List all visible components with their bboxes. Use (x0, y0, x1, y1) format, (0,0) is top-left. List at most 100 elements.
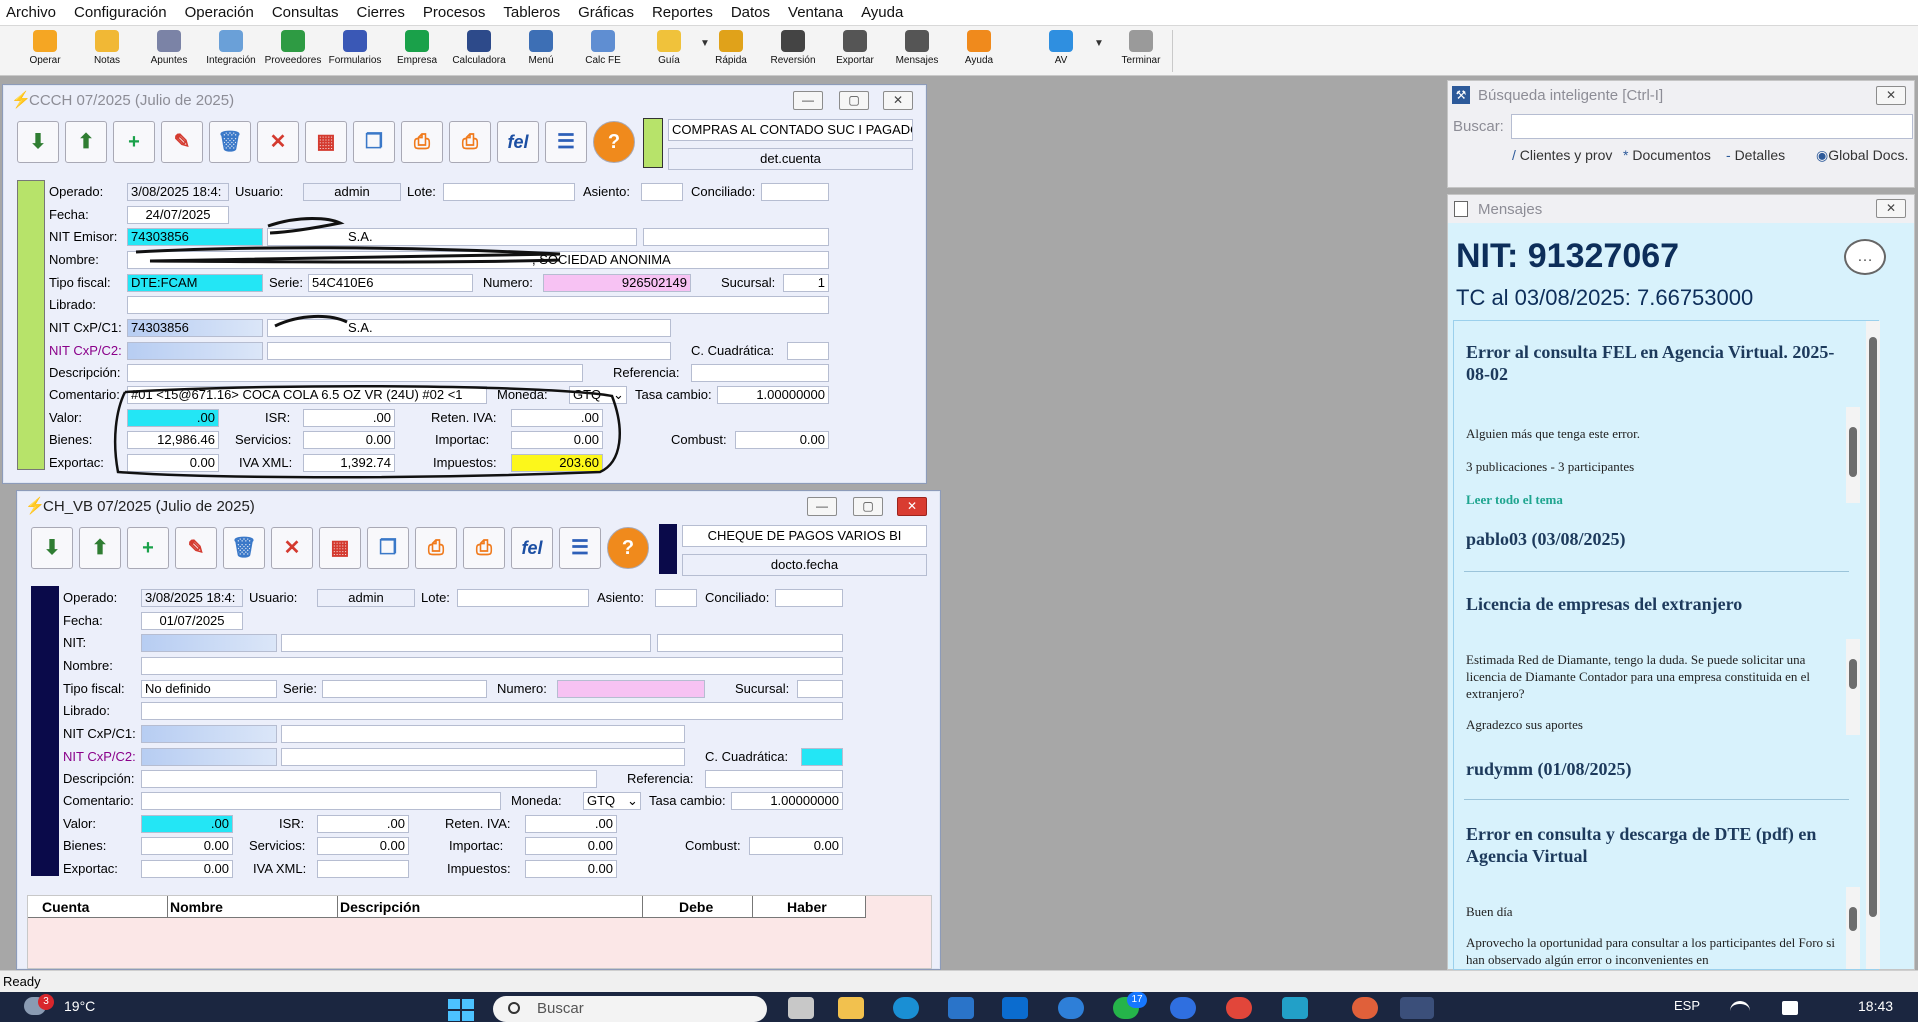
nit-c2-name-field[interactable] (281, 748, 685, 766)
list-button[interactable]: ☰ (559, 527, 601, 569)
sucursal-field[interactable] (797, 680, 843, 698)
task-view-icon[interactable] (788, 997, 814, 1019)
chrome-icon[interactable] (1226, 997, 1252, 1019)
lote-field[interactable] (457, 589, 589, 607)
post-2-scrollbar[interactable] (1846, 639, 1860, 735)
search-option-clientes[interactable]: / Clientes y prov (1512, 147, 1612, 163)
app-icon[interactable] (1002, 997, 1028, 1019)
delete-bin-button[interactable]: 🗑 (223, 527, 265, 569)
fecha-field[interactable]: 01/07/2025 (141, 612, 243, 630)
grid-header-debe[interactable]: Debe (643, 896, 753, 918)
file-explorer-icon[interactable] (838, 997, 864, 1019)
post-3-scrollbar[interactable] (1846, 887, 1860, 969)
serie-field[interactable] (322, 680, 487, 698)
chat-app-icon[interactable] (1058, 997, 1084, 1019)
nit-field[interactable] (141, 634, 277, 652)
asiento-field[interactable] (655, 589, 697, 607)
print-preview-button[interactable]: ⎙ (463, 527, 505, 569)
nit-c1-name-field[interactable] (281, 725, 685, 743)
read-topic-link[interactable]: Leer todo el tema (1466, 491, 1846, 508)
toolbar-button-av[interactable]: AV (1030, 28, 1092, 74)
bienes-field[interactable]: 0.00 (141, 837, 233, 855)
librado-field[interactable] (141, 702, 843, 720)
numero-field[interactable] (557, 680, 705, 698)
volume-icon[interactable] (1782, 1001, 1798, 1015)
referencia-field[interactable] (705, 770, 843, 788)
close-button[interactable]: ✕ (1876, 199, 1906, 218)
grid-header-descripcion[interactable]: Descripción (338, 896, 643, 918)
clock[interactable]: 18:43 (1858, 998, 1893, 1014)
cancel-document-button[interactable]: ✕ (271, 527, 313, 569)
nit-name-field[interactable] (281, 634, 651, 652)
nit-c2-field[interactable] (141, 748, 277, 766)
descripcion-field[interactable] (141, 770, 597, 788)
reten-iva-field[interactable]: .00 (525, 815, 617, 833)
print-button[interactable]: ⎙ (415, 527, 457, 569)
wifi-icon[interactable] (1730, 1001, 1750, 1015)
c-cuadratica-field[interactable] (801, 748, 843, 766)
messages-titlebar: Mensajes ✕ (1448, 195, 1914, 223)
tipo-fiscal-field[interactable]: No definido (141, 680, 277, 698)
upload-button[interactable]: ⬆ (79, 527, 121, 569)
download-button[interactable]: ⬇ (31, 527, 73, 569)
app-icon[interactable] (1352, 997, 1378, 1019)
search-pane-title: Búsqueda inteligente [Ctrl-I] (1478, 87, 1664, 104)
av-dropdown-icon[interactable]: ▼ (1094, 38, 1104, 49)
isr-field[interactable]: .00 (317, 815, 409, 833)
language-indicator[interactable]: ESP (1674, 998, 1700, 1013)
nombre-field[interactable] (141, 657, 843, 675)
search-option-documentos[interactable]: * Documentos (1623, 147, 1711, 163)
post-1-scrollbar[interactable] (1846, 407, 1860, 503)
grid-header-cuenta[interactable]: Cuenta (28, 896, 168, 918)
importac-field[interactable]: 0.00 (525, 837, 617, 855)
iva-xml-field[interactable] (317, 860, 409, 878)
app-icon[interactable] (1282, 997, 1308, 1019)
comentario-field[interactable] (141, 792, 501, 810)
new-document-button[interactable]: + (127, 527, 169, 569)
toolbar-button-terminar[interactable]: Terminar (1110, 28, 1172, 74)
search-option-global[interactable]: ◉Global Docs. (1816, 147, 1908, 164)
copy-document-button[interactable]: ❐ (367, 527, 409, 569)
nit-c1-field[interactable] (141, 725, 277, 743)
edit-pencil-button[interactable]: ✎ (175, 527, 217, 569)
nit-c2-label: NIT CxP/C2: (63, 749, 136, 764)
store-icon[interactable] (948, 997, 974, 1019)
usuario-field[interactable]: admin (317, 589, 415, 607)
doc-type-field[interactable]: CHEQUE DE PAGOS VARIOS BI (682, 525, 927, 547)
search-option-detalles[interactable]: - Detalles (1726, 147, 1785, 163)
valor-field[interactable]: .00 (141, 815, 233, 833)
edge-icon[interactable] (893, 997, 919, 1019)
fel-button[interactable]: fel (511, 527, 553, 569)
asiento-label: Asiento: (597, 590, 644, 605)
post-1-title[interactable]: Error al consulta FEL en Agencia Virtual… (1466, 341, 1846, 385)
divider (1464, 571, 1849, 572)
help-button[interactable]: ? (607, 527, 649, 569)
close-button[interactable]: ✕ (1876, 86, 1906, 105)
chat-bubble-icon[interactable]: … (1844, 239, 1886, 275)
post-3-title[interactable]: Error en consulta y descarga de DTE (pdf… (1466, 823, 1846, 867)
toolbar-button-ayuda[interactable]: Ayuda (948, 28, 1010, 74)
feed-scrollbar[interactable] (1866, 321, 1880, 969)
tasa-field[interactable]: 1.00000000 (731, 792, 843, 810)
chevron-down-icon[interactable]: ⌄ (627, 793, 638, 809)
exportac-field[interactable]: 0.00 (141, 860, 233, 878)
impuestos-field[interactable]: 0.00 (525, 860, 617, 878)
servicios-field[interactable]: 0.00 (317, 837, 409, 855)
post-2-title[interactable]: Licencia de empresas del extranjero (1466, 593, 1846, 615)
combust-field[interactable]: 0.00 (749, 837, 843, 855)
search-pane-icon: ⚒ (1452, 86, 1470, 104)
grid-header-haber[interactable]: Haber (753, 896, 866, 918)
active-app-icon[interactable] (1400, 997, 1434, 1019)
bluetooth-icon[interactable] (1170, 997, 1196, 1019)
taskbar-search[interactable]: Buscar (493, 996, 767, 1022)
search-input[interactable] (1511, 114, 1913, 139)
detail-grid[interactable]: Cuenta Nombre Descripción Debe Haber (27, 895, 932, 969)
operado-field[interactable]: 3/08/2025 18:4: (141, 589, 243, 607)
conciliado-field[interactable] (775, 589, 843, 607)
grid-header-nombre[interactable]: Nombre (168, 896, 338, 918)
nit-extra-field[interactable] (657, 634, 843, 652)
void-grid-button[interactable]: ▦ (319, 527, 361, 569)
sort-field[interactable]: docto.fecha (682, 554, 927, 576)
nit-c1-label: NIT CxP/C1: (63, 726, 136, 741)
windows-start-icon[interactable] (448, 999, 476, 1021)
